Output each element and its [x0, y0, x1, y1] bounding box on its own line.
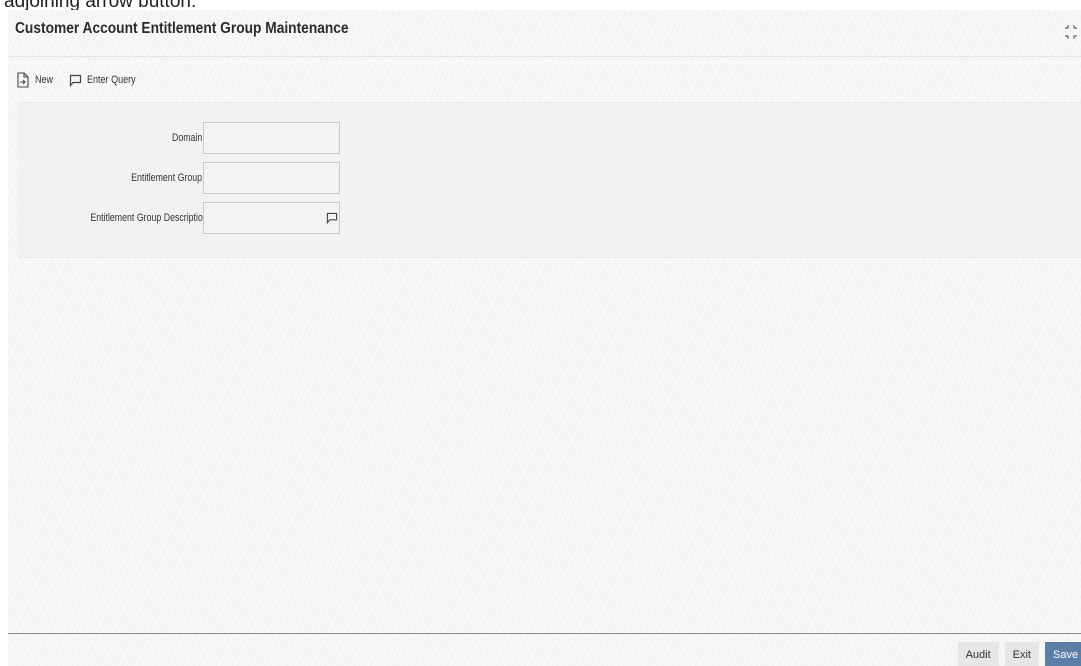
footer-actions: Audit Exit Save — [957, 642, 1081, 666]
exit-button[interactable]: Exit — [1004, 642, 1039, 666]
speech-bubble-icon[interactable] — [326, 212, 338, 224]
audit-button[interactable]: Audit — [957, 642, 999, 666]
domain-input[interactable] — [203, 122, 340, 154]
domain-row: Domain* — [18, 122, 358, 156]
speech-bubble-icon — [69, 74, 82, 87]
enter-query-label: Enter Query — [87, 74, 136, 86]
page: adjoining arrow button. Customer Account… — [0, 0, 1081, 666]
toolbar: New Enter Query — [16, 71, 146, 89]
entitlement-group-description-label: Entitlement Group Description — [90, 212, 208, 224]
entitlement-group-description-row: Entitlement Group Description — [18, 202, 358, 236]
toolbar-divider — [8, 56, 1081, 57]
window-title: Customer Account Entitlement Group Maint… — [15, 20, 349, 37]
entitlement-group-input[interactable] — [203, 162, 340, 194]
new-button[interactable]: New — [16, 72, 57, 88]
new-label: New — [35, 74, 54, 86]
entitlement-group-label: Entitlement Group* — [132, 172, 208, 184]
maintenance-window: Customer Account Entitlement Group Maint… — [8, 10, 1081, 666]
form-panel: Domain* Entitlement Group* Entitlement G… — [18, 102, 1081, 258]
save-button[interactable]: Save — [1045, 642, 1081, 666]
new-document-icon — [17, 72, 29, 88]
entitlement-group-row: Entitlement Group* — [18, 162, 358, 196]
footer-divider — [8, 633, 1081, 634]
entitlement-group-description-input[interactable] — [203, 202, 340, 234]
collapse-arrows-icon[interactable] — [1063, 24, 1079, 40]
enter-query-button[interactable]: Enter Query — [69, 74, 146, 87]
